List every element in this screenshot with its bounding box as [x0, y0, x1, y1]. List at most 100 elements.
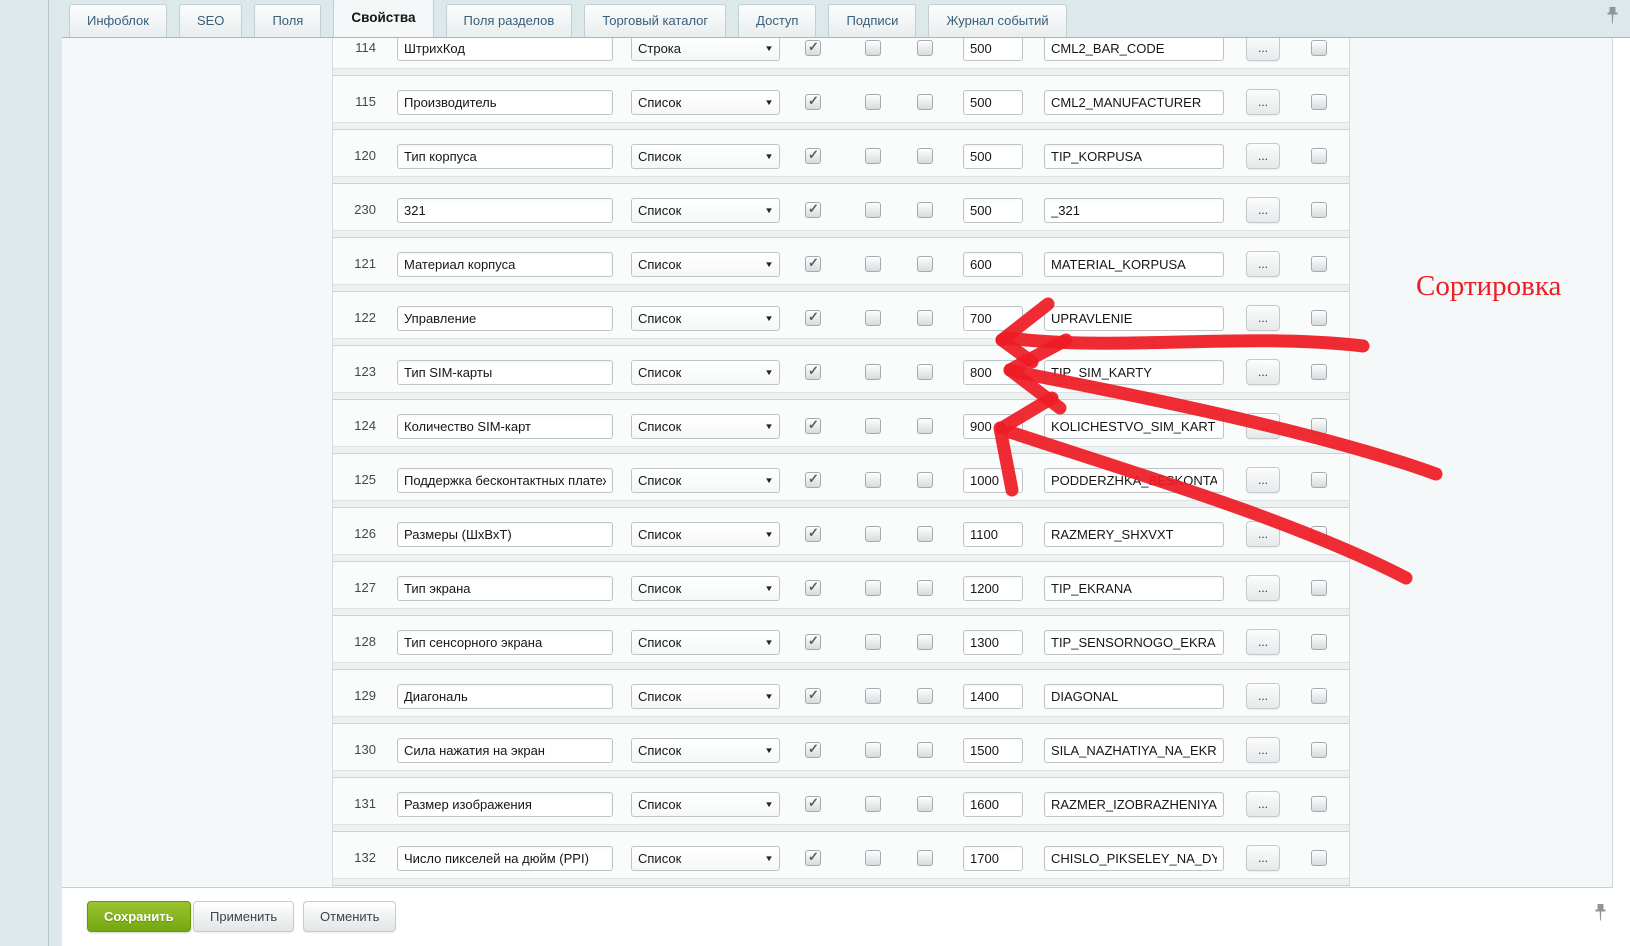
tab-доступ[interactable]: Доступ — [738, 4, 816, 37]
row-checkbox-2[interactable] — [865, 256, 881, 272]
property-type-select[interactable]: Список ▼ — [631, 738, 780, 763]
property-code-input[interactable] — [1044, 576, 1224, 601]
property-name-input[interactable] — [397, 414, 613, 439]
property-sort-input[interactable] — [963, 630, 1023, 655]
property-type-select[interactable]: Список ▼ — [631, 684, 780, 709]
property-code-input[interactable] — [1044, 738, 1224, 763]
row-checkbox-1[interactable] — [805, 94, 821, 110]
row-checkbox-2[interactable] — [865, 202, 881, 218]
property-name-input[interactable] — [397, 738, 613, 763]
property-sort-input[interactable] — [963, 252, 1023, 277]
property-settings-button[interactable]: ... — [1246, 737, 1280, 763]
property-code-input[interactable] — [1044, 414, 1224, 439]
property-code-input[interactable] — [1044, 630, 1224, 655]
property-type-select[interactable]: Список ▼ — [631, 522, 780, 547]
row-checkbox-3[interactable] — [917, 742, 933, 758]
property-sort-input[interactable] — [963, 576, 1023, 601]
property-name-input[interactable] — [397, 846, 613, 871]
property-code-input[interactable] — [1044, 198, 1224, 223]
property-sort-input[interactable] — [963, 306, 1023, 331]
property-type-select[interactable]: Список ▼ — [631, 306, 780, 331]
tab-торговый-каталог[interactable]: Торговый каталог — [584, 4, 726, 37]
row-checkbox-4[interactable] — [1311, 526, 1327, 542]
row-checkbox-2[interactable] — [865, 148, 881, 164]
row-checkbox-4[interactable] — [1311, 634, 1327, 650]
property-settings-button[interactable]: ... — [1246, 845, 1280, 871]
row-checkbox-3[interactable] — [917, 688, 933, 704]
save-button[interactable]: Сохранить — [87, 901, 191, 932]
property-settings-button[interactable]: ... — [1246, 467, 1280, 493]
row-checkbox-2[interactable] — [865, 634, 881, 650]
property-type-select[interactable]: Список ▼ — [631, 90, 780, 115]
row-checkbox-1[interactable] — [805, 796, 821, 812]
tab-seo[interactable]: SEO — [179, 4, 242, 37]
property-name-input[interactable] — [397, 792, 613, 817]
property-sort-input[interactable] — [963, 144, 1023, 169]
property-name-input[interactable] — [397, 252, 613, 277]
row-checkbox-2[interactable] — [865, 310, 881, 326]
tab-инфоблок[interactable]: Инфоблок — [69, 4, 167, 37]
property-settings-button[interactable]: ... — [1246, 305, 1280, 331]
row-checkbox-3[interactable] — [917, 418, 933, 434]
property-sort-input[interactable] — [963, 414, 1023, 439]
row-checkbox-3[interactable] — [917, 40, 933, 56]
property-type-select[interactable]: Список ▼ — [631, 792, 780, 817]
row-checkbox-3[interactable] — [917, 526, 933, 542]
row-checkbox-2[interactable] — [865, 364, 881, 380]
property-settings-button[interactable]: ... — [1246, 521, 1280, 547]
property-settings-button[interactable]: ... — [1246, 359, 1280, 385]
row-checkbox-4[interactable] — [1311, 850, 1327, 866]
property-sort-input[interactable] — [963, 360, 1023, 385]
property-settings-button[interactable]: ... — [1246, 143, 1280, 169]
property-type-select[interactable]: Строка ▼ — [631, 37, 780, 61]
row-checkbox-3[interactable] — [917, 256, 933, 272]
cancel-button[interactable]: Отменить — [303, 901, 396, 932]
property-code-input[interactable] — [1044, 90, 1224, 115]
property-settings-button[interactable]: ... — [1246, 413, 1280, 439]
row-checkbox-1[interactable] — [805, 580, 821, 596]
property-name-input[interactable] — [397, 468, 613, 493]
row-checkbox-3[interactable] — [917, 850, 933, 866]
row-checkbox-3[interactable] — [917, 94, 933, 110]
row-checkbox-1[interactable] — [805, 256, 821, 272]
row-checkbox-1[interactable] — [805, 418, 821, 434]
row-checkbox-4[interactable] — [1311, 310, 1327, 326]
property-type-select[interactable]: Список ▼ — [631, 414, 780, 439]
property-name-input[interactable] — [397, 360, 613, 385]
row-checkbox-1[interactable] — [805, 310, 821, 326]
row-checkbox-1[interactable] — [805, 850, 821, 866]
property-name-input[interactable] — [397, 37, 613, 61]
row-checkbox-1[interactable] — [805, 364, 821, 380]
property-code-input[interactable] — [1044, 306, 1224, 331]
tab-поля[interactable]: Поля — [254, 4, 321, 37]
property-name-input[interactable] — [397, 630, 613, 655]
property-sort-input[interactable] — [963, 468, 1023, 493]
property-code-input[interactable] — [1044, 252, 1224, 277]
row-checkbox-1[interactable] — [805, 742, 821, 758]
tab-журнал-событий[interactable]: Журнал событий — [928, 4, 1066, 37]
property-sort-input[interactable] — [963, 684, 1023, 709]
property-name-input[interactable] — [397, 576, 613, 601]
property-settings-button[interactable]: ... — [1246, 575, 1280, 601]
row-checkbox-1[interactable] — [805, 688, 821, 704]
property-type-select[interactable]: Список ▼ — [631, 360, 780, 385]
property-sort-input[interactable] — [963, 738, 1023, 763]
row-checkbox-4[interactable] — [1311, 40, 1327, 56]
row-checkbox-3[interactable] — [917, 472, 933, 488]
property-type-select[interactable]: Список ▼ — [631, 846, 780, 871]
property-sort-input[interactable] — [963, 522, 1023, 547]
property-type-select[interactable]: Список ▼ — [631, 468, 780, 493]
row-checkbox-3[interactable] — [917, 202, 933, 218]
property-name-input[interactable] — [397, 684, 613, 709]
row-checkbox-4[interactable] — [1311, 202, 1327, 218]
property-name-input[interactable] — [397, 306, 613, 331]
row-checkbox-4[interactable] — [1311, 148, 1327, 164]
property-type-select[interactable]: Список ▼ — [631, 252, 780, 277]
property-settings-button[interactable]: ... — [1246, 89, 1280, 115]
property-name-input[interactable] — [397, 198, 613, 223]
row-checkbox-2[interactable] — [865, 94, 881, 110]
property-name-input[interactable] — [397, 90, 613, 115]
property-code-input[interactable] — [1044, 37, 1224, 61]
row-checkbox-3[interactable] — [917, 796, 933, 812]
property-sort-input[interactable] — [963, 792, 1023, 817]
